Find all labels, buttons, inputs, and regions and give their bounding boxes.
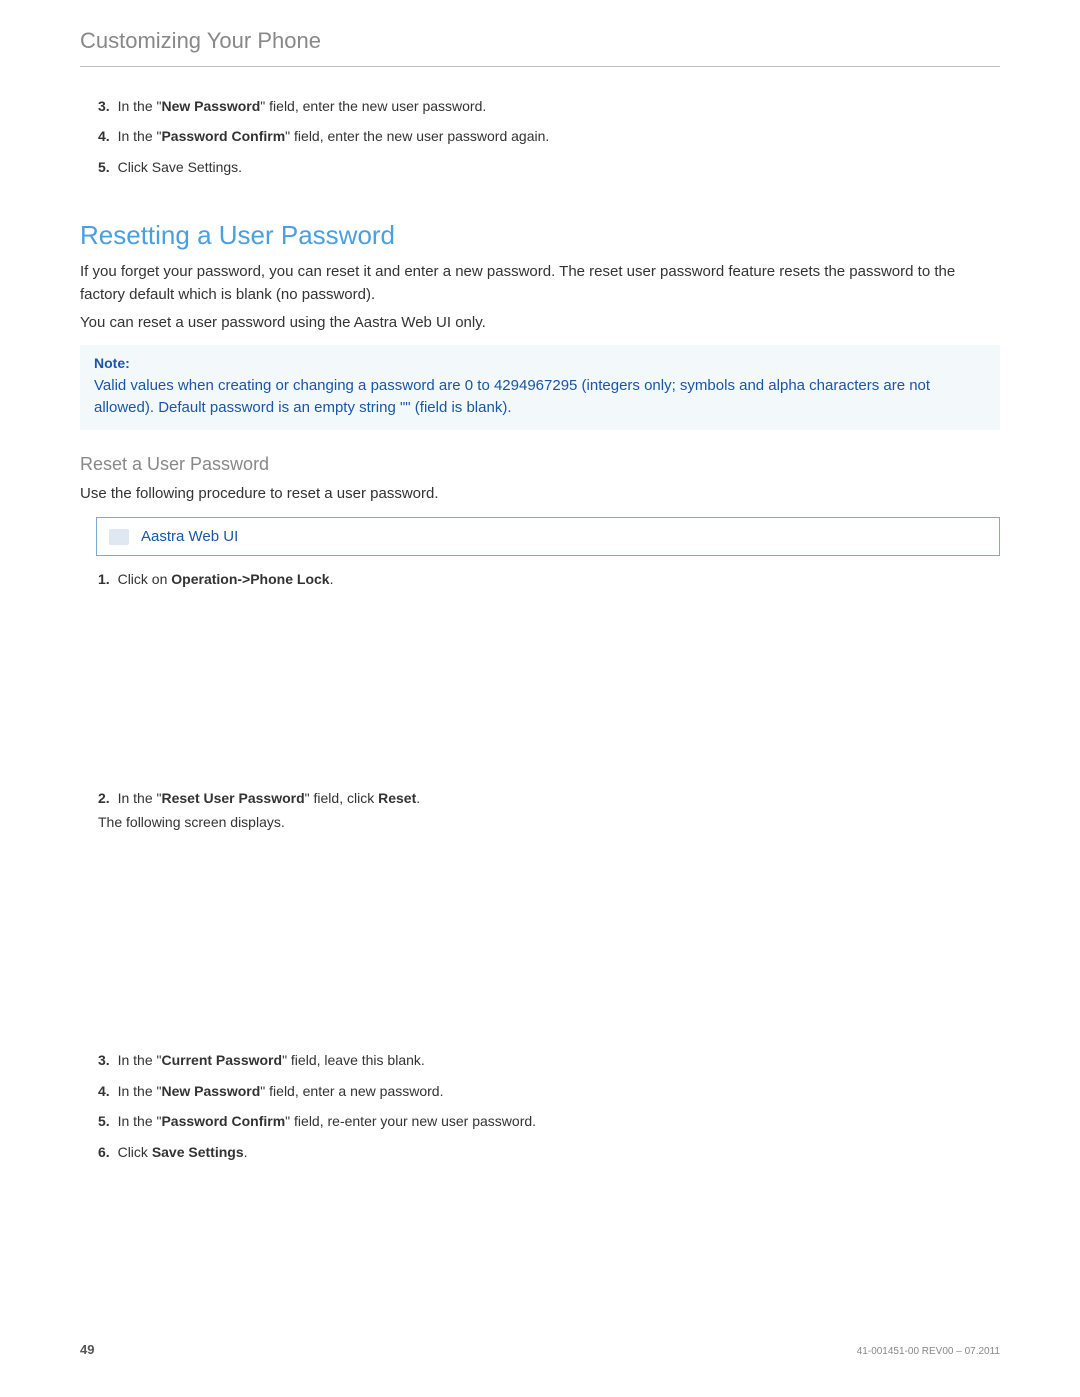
step-text-mid: " field, click — [305, 790, 378, 806]
step-row: 4. In the "Password Confirm" field, ente… — [80, 125, 1000, 147]
step-row: 6. Click Save Settings. — [80, 1141, 1000, 1163]
step-row: 1. Click on Operation->Phone Lock. — [80, 568, 1000, 590]
step-row: 4. In the "New Password" field, enter a … — [80, 1080, 1000, 1102]
procedure-steps: 2. In the "Reset User Password" field, c… — [80, 787, 1000, 834]
step-number: 2. — [98, 790, 110, 806]
screenshot-placeholder — [80, 599, 1000, 779]
step-text-post: " field, enter the new user password aga… — [285, 128, 549, 144]
body-paragraph: If you forget your password, you can res… — [80, 261, 1000, 306]
step-text-bold: Password Confirm — [161, 1113, 285, 1129]
monitor-icon — [109, 529, 129, 545]
step-text-bold: Operation->Phone Lock — [171, 571, 329, 587]
revision-label: 41-001451-00 REV00 – 07.2011 — [857, 1346, 1000, 1357]
step-text-pre: In the " — [118, 1052, 162, 1068]
step-text-pre: Click on — [118, 571, 172, 587]
step-text-line2: The following screen displays. — [98, 811, 1000, 833]
note-label: Note: — [94, 355, 986, 371]
step-row: 3. In the "New Password" field, enter th… — [80, 95, 1000, 117]
screenshot-placeholder — [80, 841, 1000, 1041]
webui-label: Aastra Web UI — [141, 528, 238, 545]
step-number: 4. — [98, 128, 110, 144]
step-number: 1. — [98, 571, 110, 587]
step-text-bold: Password Confirm — [161, 128, 285, 144]
step-text-post: . — [416, 790, 420, 806]
tail-steps: 3. In the "Current Password" field, leav… — [80, 1049, 1000, 1163]
step-number: 3. — [98, 98, 110, 114]
step-text-pre: In the " — [118, 98, 162, 114]
step-number: 3. — [98, 1052, 110, 1068]
step-text-post: . — [330, 571, 334, 587]
step-text-post: . — [244, 1144, 248, 1160]
step-text-post: " field, re-enter your new user password… — [285, 1113, 536, 1129]
step-text-post: " field, enter a new password. — [260, 1083, 443, 1099]
procedure-steps: 1. Click on Operation->Phone Lock. — [80, 568, 1000, 590]
step-text-pre: In the " — [118, 128, 162, 144]
step-text-post: Click Save Settings. — [118, 159, 243, 175]
step-text-pre: In the " — [118, 1113, 162, 1129]
step-text-bold: New Password — [161, 1083, 260, 1099]
body-paragraph: Use the following procedure to reset a u… — [80, 483, 1000, 506]
intro-steps: 3. In the "New Password" field, enter th… — [80, 95, 1000, 178]
step-row: 5. Click Save Settings. — [80, 156, 1000, 178]
subsection-heading: Reset a User Password — [80, 454, 1000, 475]
step-row: 3. In the "Current Password" field, leav… — [80, 1049, 1000, 1071]
step-text-bold: Reset User Password — [161, 790, 304, 806]
step-number: 5. — [98, 159, 110, 175]
step-text-post: " field, enter the new user password. — [260, 98, 486, 114]
step-number: 4. — [98, 1083, 110, 1099]
step-text-bold: New Password — [161, 98, 260, 114]
step-text-post: " field, leave this blank. — [282, 1052, 425, 1068]
body-paragraph: You can reset a user password using the … — [80, 312, 1000, 335]
step-row: 2. In the "Reset User Password" field, c… — [80, 787, 1000, 834]
step-text-bold: Save Settings — [152, 1144, 244, 1160]
step-row: 5. In the "Password Confirm" field, re-e… — [80, 1110, 1000, 1132]
note-text: Valid values when creating or changing a… — [94, 375, 986, 420]
step-text-bold: Current Password — [161, 1052, 282, 1068]
step-number: 6. — [98, 1144, 110, 1160]
step-text-pre: In the " — [118, 1083, 162, 1099]
page-footer: 49 41-001451-00 REV00 – 07.2011 — [80, 1342, 1000, 1357]
section-heading: Resetting a User Password — [80, 220, 1000, 251]
page: Customizing Your Phone 3. In the "New Pa… — [0, 0, 1080, 1397]
note-box: Note: Valid values when creating or chan… — [80, 345, 1000, 430]
page-number: 49 — [80, 1342, 94, 1357]
page-header-title: Customizing Your Phone — [80, 28, 1000, 67]
step-text-pre: In the " — [118, 790, 162, 806]
step-text-pre: Click — [118, 1144, 152, 1160]
step-number: 5. — [98, 1113, 110, 1129]
webui-callout: Aastra Web UI — [96, 517, 1000, 556]
step-text-bold: Reset — [378, 790, 416, 806]
